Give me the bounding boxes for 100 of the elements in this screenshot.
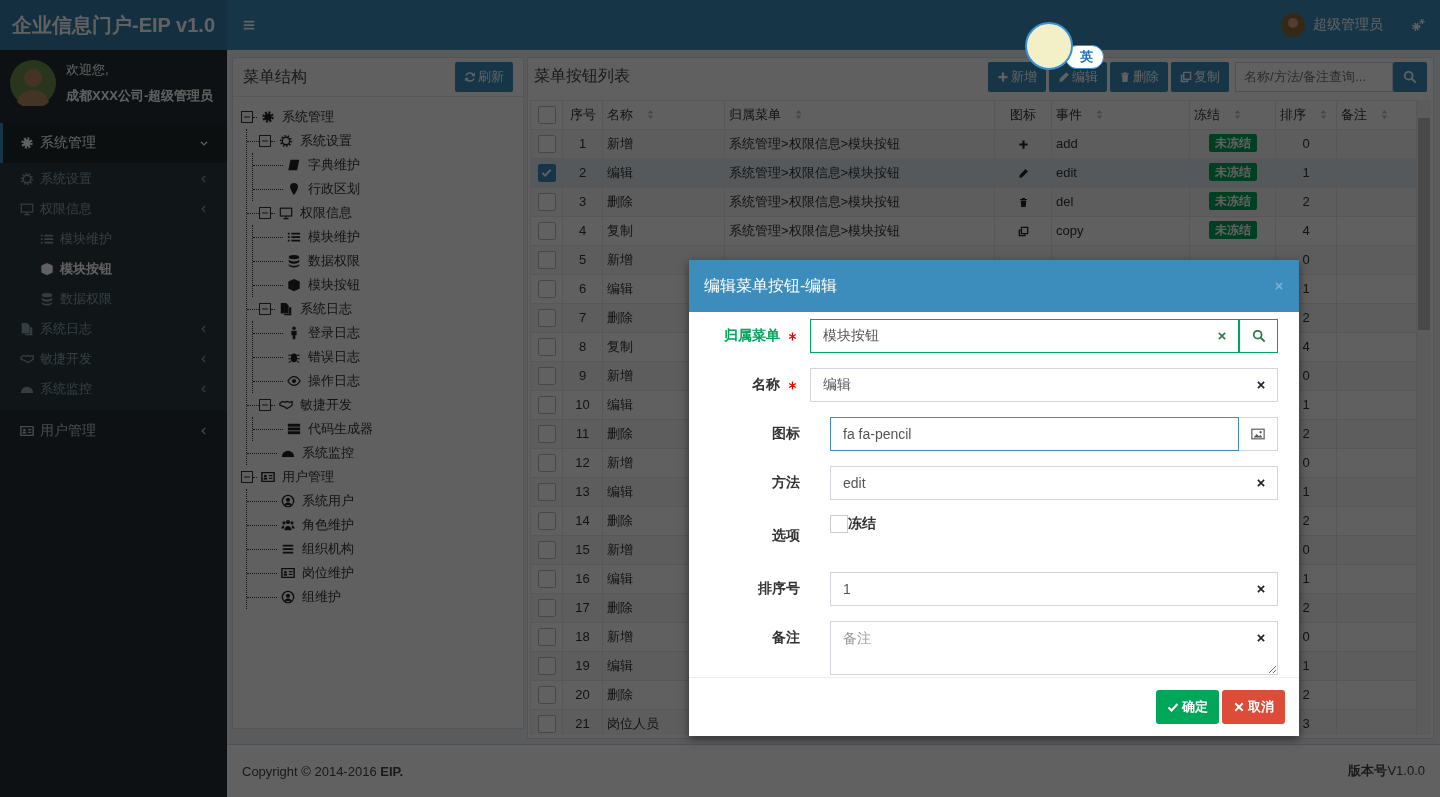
user-name[interactable]: 超级管理员 [1313, 16, 1383, 34]
tree-node-label[interactable]: 系统管理 [282, 108, 334, 126]
tree-node-label[interactable]: 字典维护 [308, 156, 360, 174]
tree-node-label[interactable]: 敏捷开发 [300, 396, 352, 414]
input-field[interactable]: 1 [830, 572, 1278, 606]
row-checkbox[interactable] [537, 192, 556, 211]
column-header[interactable]: 归属菜单 [724, 100, 995, 130]
toolbar-button[interactable]: 新增 [988, 61, 1046, 92]
row-checkbox[interactable] [537, 221, 556, 240]
tree-node-label[interactable]: 模块维护 [308, 228, 360, 246]
image-picker-button[interactable] [1239, 417, 1278, 451]
search-button[interactable] [1393, 61, 1427, 92]
ime-avatar[interactable] [1025, 22, 1073, 70]
column-header[interactable]: 名称 [602, 100, 725, 130]
search-button[interactable] [1239, 319, 1278, 353]
plus-icon [997, 70, 1009, 83]
tree-node-label[interactable]: 系统用户 [302, 492, 354, 510]
table-cell: 编辑 [602, 158, 725, 188]
clear-icon[interactable] [1256, 478, 1266, 488]
status-badge: 未冻结 [1208, 221, 1257, 240]
row-checkbox[interactable] [537, 656, 556, 675]
avatar [10, 60, 56, 106]
column-header[interactable]: 冻结 [1189, 100, 1276, 130]
row-checkbox[interactable] [537, 134, 556, 153]
field-label: 方法 [772, 474, 800, 492]
avatar[interactable] [1281, 13, 1305, 37]
row-checkbox[interactable] [537, 163, 556, 182]
checkbox[interactable] [830, 515, 848, 533]
clear-icon[interactable] [1256, 584, 1266, 594]
field-label: 备注 [772, 629, 800, 647]
tree-node-label[interactable]: 权限信息 [300, 204, 352, 222]
row-checkbox[interactable] [537, 482, 556, 501]
row-checkbox[interactable] [537, 308, 556, 327]
input-field[interactable]: 模块按钮 [810, 319, 1239, 353]
cog-icon [20, 172, 34, 186]
table-cell: copy [1056, 223, 1084, 239]
column-header[interactable]: 备注 [1336, 100, 1417, 130]
row-checkbox[interactable] [537, 569, 556, 588]
cancel-button[interactable]: 取消 [1222, 690, 1285, 724]
row-checkbox[interactable] [537, 453, 556, 472]
checkbox-label[interactable]: 冻结 [848, 515, 876, 533]
row-checkbox[interactable] [537, 250, 556, 269]
close-icon[interactable] [1274, 281, 1284, 291]
tree-node-label[interactable]: 岗位维护 [302, 564, 354, 582]
toolbar-button[interactable]: 复制 [1171, 61, 1229, 92]
clear-icon[interactable] [1256, 380, 1266, 390]
row-checkbox[interactable] [537, 279, 556, 298]
table-cell: 6 [562, 274, 603, 304]
clear-icon[interactable] [1256, 633, 1266, 643]
input-field[interactable]: fa fa-pencil [830, 417, 1239, 451]
row-checkbox[interactable] [537, 540, 556, 559]
row-checkbox[interactable] [537, 598, 556, 617]
confirm-button[interactable]: 确定 [1156, 690, 1219, 724]
tree-node-label[interactable]: 系统日志 [300, 300, 352, 318]
row-checkbox[interactable] [537, 395, 556, 414]
tree-node-label[interactable]: 模块按钮 [308, 276, 360, 294]
tree-node-label[interactable]: 登录日志 [308, 324, 360, 342]
toolbar-button[interactable]: 删除 [1110, 61, 1168, 92]
input-field[interactable]: 编辑 [810, 368, 1278, 402]
collapse-toggle[interactable] [259, 303, 271, 315]
table-cell: 新增 [602, 129, 725, 159]
collapse-toggle[interactable] [259, 399, 271, 411]
row-checkbox[interactable] [537, 511, 556, 530]
menu-icon[interactable] [242, 18, 256, 32]
tree-node-label[interactable]: 系统设置 [300, 132, 352, 150]
tree-node-label[interactable]: 组维护 [302, 588, 341, 606]
column-header[interactable]: 排序 [1275, 100, 1337, 130]
collapse-toggle[interactable] [241, 471, 253, 483]
tree-node-label[interactable]: 数据权限 [308, 252, 360, 270]
chevron-down-icon [199, 138, 209, 148]
tree-node-label[interactable]: 行政区划 [308, 180, 360, 198]
row-checkbox[interactable] [537, 424, 556, 443]
column-header: 序号 [562, 100, 603, 130]
column-header[interactable]: 事件 [1051, 100, 1190, 130]
clone-icon [1180, 70, 1192, 83]
tree-node-label[interactable]: 角色维护 [302, 516, 354, 534]
panel-title: 菜单按钮列表 [534, 66, 630, 87]
row-checkbox[interactable] [537, 627, 556, 646]
collapse-toggle[interactable] [241, 111, 253, 123]
tree-node-label[interactable]: 操作日志 [308, 372, 360, 390]
settings-icon[interactable] [1411, 18, 1425, 32]
row-checkbox[interactable] [537, 366, 556, 385]
select-all-checkbox[interactable] [537, 105, 556, 124]
copy-icon [20, 322, 34, 336]
input-field[interactable]: 备注 [830, 621, 1278, 675]
input-field[interactable]: edit [830, 466, 1278, 500]
tree-node-label[interactable]: 组织机构 [302, 540, 354, 558]
collapse-toggle[interactable] [259, 207, 271, 219]
tree-node-label[interactable]: 错误日志 [308, 348, 360, 366]
row-checkbox[interactable] [537, 337, 556, 356]
collapse-toggle[interactable] [259, 135, 271, 147]
table-cell: 18 [562, 622, 603, 652]
row-checkbox[interactable] [537, 685, 556, 704]
row-checkbox[interactable] [537, 714, 556, 733]
tree-node-label[interactable]: 系统监控 [302, 444, 354, 462]
tree-node-label[interactable]: 代码生成器 [308, 420, 373, 438]
tree-node-label[interactable]: 用户管理 [282, 468, 334, 486]
refresh-button[interactable]: 刷新 [455, 62, 513, 92]
sidebar-menu-item[interactable]: 模块按钮 [0, 254, 227, 284]
ime-status-tooltip[interactable]: 英 [1025, 22, 1104, 70]
